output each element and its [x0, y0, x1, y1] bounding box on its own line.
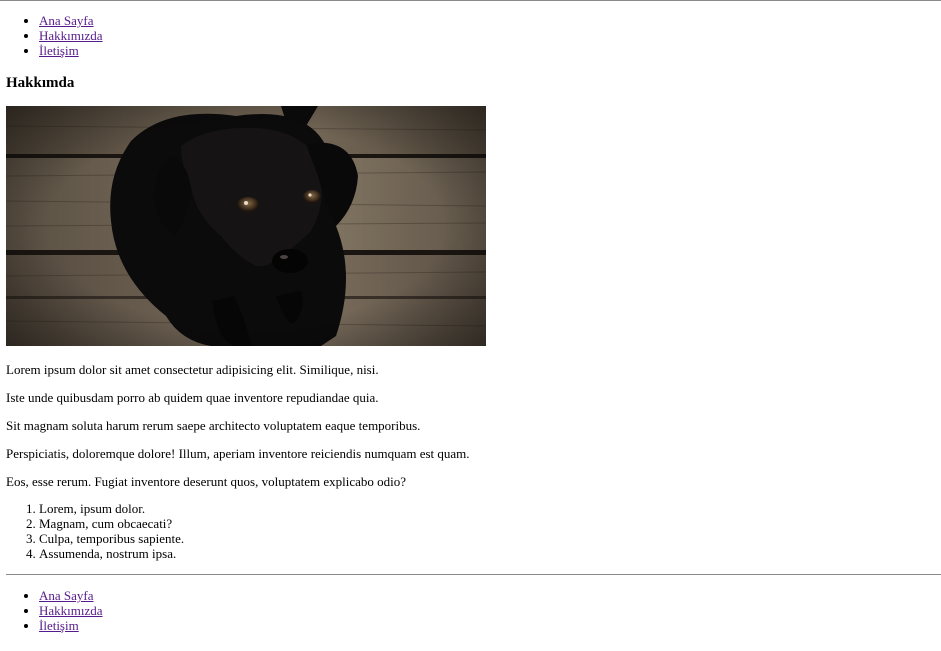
- header-nav: Ana Sayfa Hakkımızda İletişim: [6, 13, 936, 58]
- paragraphs: Lorem ipsum dolor sit amet consectetur a…: [6, 362, 926, 502]
- ordered-list: Lorem, ipsum dolor. Magnam, cum obcaecat…: [6, 501, 184, 561]
- puppy-photo: [6, 106, 486, 346]
- header-nav-link-contact[interactable]: İletişim: [39, 43, 79, 58]
- footer-nav-link-contact[interactable]: İletişim: [39, 618, 79, 633]
- page-title: Hakkımda: [6, 75, 75, 91]
- footer-nav: Ana Sayfa Hakkımızda İletişim: [6, 588, 103, 633]
- paragraph: Iste unde quibusdam porro ab quidem quae…: [6, 390, 379, 405]
- footer-nav-link-home[interactable]: Ana Sayfa: [39, 588, 94, 603]
- footer-nav-item-home: Ana Sayfa: [39, 588, 103, 603]
- footer-nav-item-about: Hakkımızda: [39, 603, 103, 618]
- content: Ana Sayfa Hakkımızda İletişim Hakkımda: [6, 13, 936, 561]
- list-item: Magnam, cum obcaecati?: [39, 516, 184, 531]
- list-item: Lorem, ipsum dolor.: [39, 501, 184, 516]
- footer-divider: [6, 574, 941, 575]
- header-nav-link-about[interactable]: Hakkımızda: [39, 28, 103, 43]
- top-divider: [0, 0, 941, 1]
- header-nav-item-about: Hakkımızda: [39, 28, 936, 43]
- list-item: Culpa, temporibus sapiente.: [39, 531, 184, 546]
- paragraph: Perspiciatis, doloremque dolore! Illum, …: [6, 446, 470, 461]
- footer-nav-link-about[interactable]: Hakkımızda: [39, 603, 103, 618]
- footer-nav-item-contact: İletişim: [39, 618, 103, 633]
- paragraph: Lorem ipsum dolor sit amet consectetur a…: [6, 362, 379, 377]
- paragraph: Sit magnam soluta harum rerum saepe arch…: [6, 418, 421, 433]
- paragraph: Eos, esse rerum. Fugiat inventore deseru…: [6, 474, 407, 489]
- header-nav-item-contact: İletişim: [39, 43, 936, 58]
- list-item: Assumenda, nostrum ipsa.: [39, 546, 184, 561]
- page: Ana Sayfa Hakkımızda İletişim Hakkımda: [0, 0, 941, 651]
- header-nav-link-home[interactable]: Ana Sayfa: [39, 13, 94, 28]
- header-nav-item-home: Ana Sayfa: [39, 13, 936, 28]
